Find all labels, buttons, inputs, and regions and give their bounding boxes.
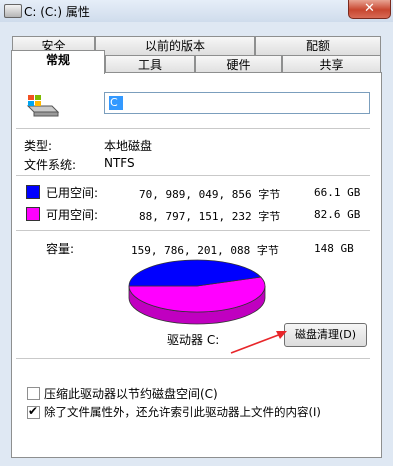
used-space-gb: 66.1 GB	[314, 186, 361, 199]
capacity-bytes: 159, 786, 201, 088 字节	[131, 244, 279, 257]
compress-checkbox[interactable]	[27, 387, 40, 400]
free-space-swatch	[26, 207, 40, 221]
used-space-bytes: 70, 989, 049, 856 字节	[139, 188, 281, 201]
separator	[16, 230, 370, 231]
drive-title-icon	[4, 4, 22, 18]
disk-cleanup-button[interactable]: 磁盘清理(D)	[284, 323, 367, 347]
disk-usage-pie	[128, 259, 266, 325]
tab-previous-versions[interactable]: 以前的版本	[95, 36, 255, 55]
separator	[16, 175, 370, 176]
drive-icon	[26, 95, 60, 117]
separator	[16, 128, 370, 129]
close-button[interactable]: ✕	[348, 0, 391, 19]
index-label: 除了文件属性外，还允许索引此驱动器上文件的内容(I)	[44, 405, 321, 419]
used-space-swatch	[26, 185, 40, 199]
window-title: C: (C:) 属性	[24, 5, 90, 19]
drive-name-field[interactable]: C	[104, 92, 370, 114]
annotation-arrow	[230, 331, 287, 354]
tab-quota[interactable]: 配额	[255, 36, 381, 55]
capacity-gb: 148 GB	[314, 242, 354, 255]
close-icon: ✕	[364, 1, 375, 16]
type-label: 类型:	[24, 139, 53, 153]
free-space-label: 可用空间:	[46, 208, 99, 222]
type-value: 本地磁盘	[104, 139, 153, 153]
title-bar: C: (C:) 属性 ✕	[0, 0, 393, 22]
free-space-gb: 82.6 GB	[314, 208, 361, 221]
filesystem-value: NTFS	[104, 156, 135, 170]
compress-label: 压缩此驱动器以节约磁盘空间(C)	[44, 387, 218, 401]
separator	[16, 358, 370, 359]
tab-general[interactable]: 常规	[11, 50, 105, 74]
checkmark-icon: ✔	[28, 404, 39, 418]
used-space-label: 已用空间:	[46, 186, 99, 200]
capacity-label: 容量:	[46, 242, 75, 256]
index-checkbox[interactable]: ✔	[27, 404, 40, 419]
free-space-bytes: 88, 797, 151, 232 字节	[139, 210, 281, 223]
drive-label: 驱动器 C:	[167, 333, 220, 347]
filesystem-label: 文件系统:	[24, 158, 77, 172]
